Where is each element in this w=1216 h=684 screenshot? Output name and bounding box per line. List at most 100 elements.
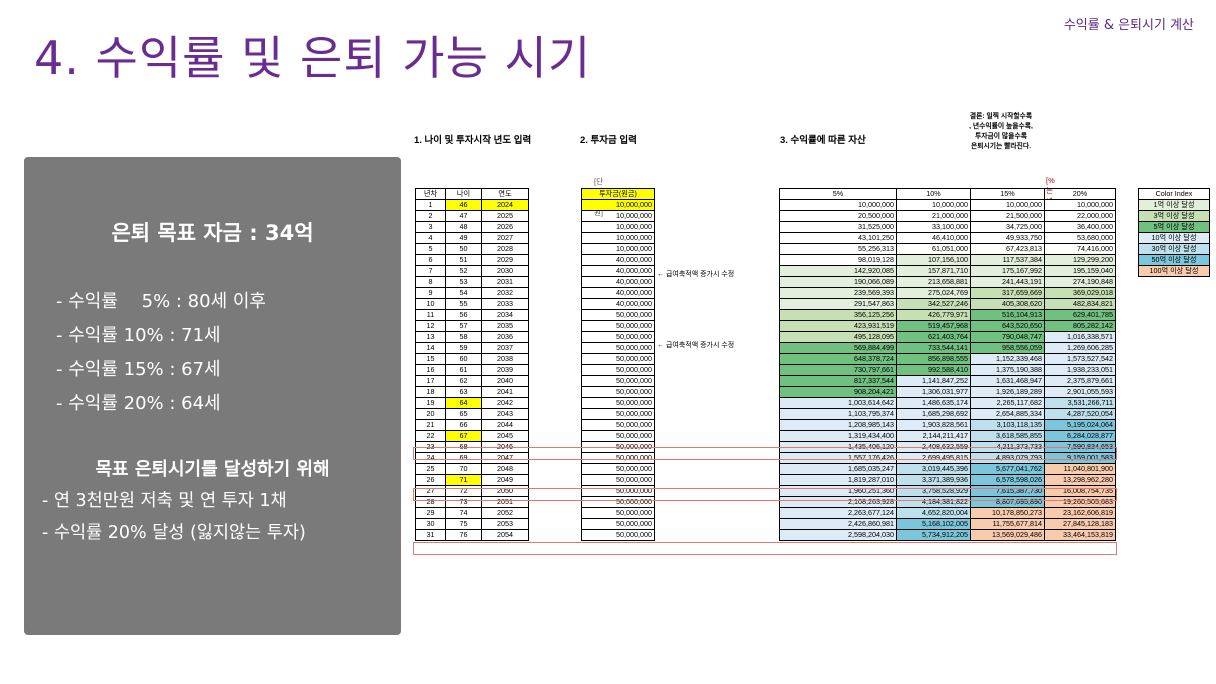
table-row: 31,525,000 33,100,000 34,725,000 36,400,000 <box>779 221 1116 233</box>
asset-cell: 20,500,000 <box>779 210 897 222</box>
table-row: 12 57 2035 <box>415 320 529 332</box>
age-cell: 56 <box>445 309 482 321</box>
table-row: 22 67 2045 <box>415 430 529 442</box>
investment-cell: 50,000,000 <box>581 353 655 365</box>
age-cell: 54 <box>445 287 482 299</box>
asset-cell: 629,401,785 <box>1044 309 1116 321</box>
year-cell: 2043 <box>481 408 529 420</box>
asset-cell: 342,527,246 <box>896 298 971 310</box>
year-no-cell: 2 <box>415 210 446 222</box>
col-header-rate-r15: 15% <box>970 188 1045 200</box>
table-row: 40,000,000 <box>581 287 655 299</box>
table-row: 10,000,000 10,000,000 10,000,000 10,000,000 <box>779 199 1116 211</box>
asset-cell: 1,938,233,051 <box>1044 364 1116 376</box>
year-no-cell: 11 <box>415 309 446 321</box>
asset-cell: 1,903,828,561 <box>896 419 971 431</box>
table-row: 21 66 2044 <box>415 419 529 431</box>
year-cell: 2049 <box>481 474 529 486</box>
table-row: 7 52 2030 <box>415 265 529 277</box>
asset-cell: 1,319,434,400 <box>779 430 897 442</box>
asset-cell: 53,680,000 <box>1044 232 1116 244</box>
age-cell: 49 <box>445 232 482 244</box>
year-cell: 2038 <box>481 353 529 365</box>
table-row: 26 71 2049 <box>415 474 529 486</box>
table-row: 40,000,000 <box>581 298 655 310</box>
year-cell: 2052 <box>481 507 529 519</box>
table-row: 1,319,434,400 2,144,211,417 3,618,585,855 6… <box>779 430 1116 442</box>
year-no-cell: 6 <box>415 254 446 266</box>
asset-cell: 5,734,912,205 <box>896 529 971 541</box>
year-no-cell: 25 <box>415 463 446 475</box>
year-cell: 2054 <box>481 529 529 541</box>
asset-cell: 356,125,256 <box>779 309 897 321</box>
table-row: 1,685,035,247 3,019,445,396 5,677,041,762 1… <box>779 463 1116 475</box>
table-row: 908,204,421 1,306,031,977 1,926,189,289 2,9… <box>779 386 1116 398</box>
table-row: 1,103,795,374 1,685,298,692 2,654,885,334 4… <box>779 408 1116 420</box>
table-row: 2 47 2025 <box>415 210 529 222</box>
asset-cell: 10,000,000 <box>1044 199 1116 211</box>
year-cell: 2037 <box>481 342 529 354</box>
highlight-row-64 <box>413 447 1117 460</box>
asset-cell: 13,298,962,280 <box>1044 474 1116 486</box>
investment-cell: 50,000,000 <box>581 408 655 420</box>
investment-cell: 50,000,000 <box>581 397 655 409</box>
asset-cell: 1,141,847,252 <box>896 375 971 387</box>
asset-cell: 67,423,813 <box>970 243 1045 255</box>
table-row: 18 63 2041 <box>415 386 529 398</box>
investment-cell: 50,000,000 <box>581 386 655 398</box>
year-no-cell: 26 <box>415 474 446 486</box>
asset-cell: 482,834,821 <box>1044 298 1116 310</box>
asset-cell: 648,378,724 <box>779 353 897 365</box>
asset-cell: 33,464,153,819 <box>1044 529 1116 541</box>
asset-cell: 2,598,204,030 <box>779 529 897 541</box>
table-row: 50,000,000 <box>581 430 655 442</box>
asset-cell: 856,898,555 <box>896 353 971 365</box>
color-index-table: Color Index 1억 이상 달성 3억 이상 달성 5억 이상 달성 10억 이… <box>1138 188 1210 277</box>
asset-cell: 23,162,606,819 <box>1044 507 1116 519</box>
table-row: 11 56 2034 <box>415 309 529 321</box>
year-cell: 2042 <box>481 397 529 409</box>
asset-cell: 195,159,040 <box>1044 265 1116 277</box>
year-cell: 2031 <box>481 276 529 288</box>
table-row: 50,000,000 <box>581 474 655 486</box>
asset-cell: 157,871,710 <box>896 265 971 277</box>
asset-cell: 426,779,971 <box>896 309 971 321</box>
asset-cell: 1,926,189,289 <box>970 386 1045 398</box>
asset-cell: 1,003,614,642 <box>779 397 897 409</box>
asset-cell: 1,103,795,374 <box>779 408 897 420</box>
col-header-rate-r5: 5% <box>779 188 897 200</box>
table-row: 50,000,000 <box>581 397 655 409</box>
asset-cell: 3,531,266,711 <box>1044 397 1116 409</box>
col-header-year: 연도 <box>481 188 529 200</box>
age-cell: 70 <box>445 463 482 475</box>
asset-cell: 2,263,677,124 <box>779 507 897 519</box>
year-no-cell: 21 <box>415 419 446 431</box>
table-row: 19 64 2042 <box>415 397 529 409</box>
asset-cell: 10,000,000 <box>896 199 971 211</box>
table-row: 31 76 2054 <box>415 529 529 541</box>
asset-cell: 49,933,750 <box>970 232 1045 244</box>
age-cell: 59 <box>445 342 482 354</box>
age-cell: 67 <box>445 430 482 442</box>
asset-cell: 10,178,850,273 <box>970 507 1045 519</box>
year-no-cell: 5 <box>415 243 446 255</box>
age-cell: 71 <box>445 474 482 486</box>
age-cell: 58 <box>445 331 482 343</box>
age-cell: 60 <box>445 353 482 365</box>
table-row: 25 70 2048 <box>415 463 529 475</box>
year-cell: 2035 <box>481 320 529 332</box>
table-row: 50,000,000 <box>581 353 655 365</box>
col-header-rate-r10: 10% <box>896 188 971 200</box>
asset-cell: 46,410,000 <box>896 232 971 244</box>
year-no-cell: 15 <box>415 353 446 365</box>
year-cell: 2032 <box>481 287 529 299</box>
year-no-cell: 16 <box>415 364 446 376</box>
asset-cell: 74,416,000 <box>1044 243 1116 255</box>
asset-cell: 1,306,031,977 <box>896 386 971 398</box>
color-index-row: 1억 이상 달성 <box>1138 199 1210 211</box>
age-cell: 51 <box>445 254 482 266</box>
table-row: 50,000,000 <box>581 507 655 519</box>
table-row: 10,000,000 <box>581 243 655 255</box>
asset-cell: 790,048,747 <box>970 331 1045 343</box>
asset-cell: 21,500,000 <box>970 210 1045 222</box>
